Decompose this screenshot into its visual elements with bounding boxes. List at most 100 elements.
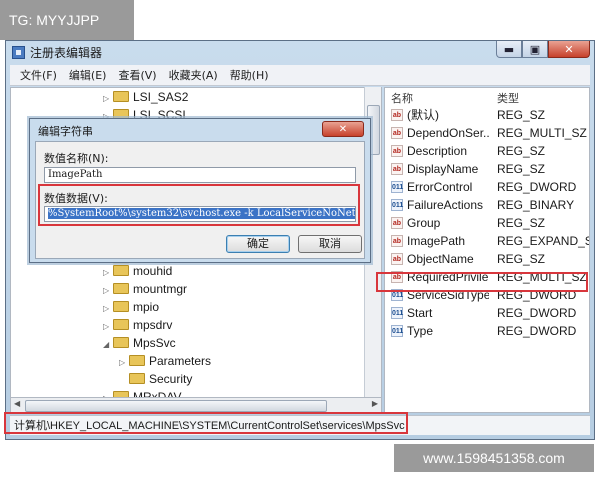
binary-value-icon: 011 [391,181,403,193]
menu-bar: 文件(F) 编辑(E) 查看(V) 收藏夹(A) 帮助(H) [10,65,590,86]
value-row[interactable]: 011 Type REG_DWORD [385,322,589,340]
folder-icon [113,265,129,276]
value-name: ImagePath [407,234,466,248]
value-type: REG_DWORD [497,324,577,338]
dialog-body: 数值名称(N): ImagePath 数值数据(V): %SystemRoot%… [35,141,365,259]
caption-buttons: ▬ ▣ ✕ [496,41,590,59]
value-name: ObjectName [407,252,474,266]
cancel-button[interactable]: 取消 [298,235,362,253]
tree-item-label: mountmgr [133,282,188,296]
value-name: Description [407,144,468,158]
values-pane[interactable]: 名称 类型 ab (默认) REG_SZ ab DependOnSer... REG_MU… [384,87,590,413]
tree-item-mountmgr[interactable]: ▷ mountmgr [103,280,187,298]
value-type: REG_BINARY [497,198,575,212]
value-row[interactable]: ab Description REG_SZ [385,142,589,160]
collapse-arrow-icon[interactable]: ◢ [103,336,113,354]
ok-button[interactable]: 确定 [226,235,290,253]
value-type: REG_DWORD [497,180,577,194]
title-bar: 注册表编辑器 ▬ ▣ ✕ [6,41,594,63]
value-type: REG_DWORD [497,306,577,320]
dialog-close-button[interactable]: ✕ [322,121,364,137]
string-value-icon: ab [391,109,403,121]
value-name: DisplayName [407,162,479,176]
string-value-icon: ab [391,253,403,265]
value-row[interactable]: 011 Start REG_DWORD [385,304,589,322]
value-row[interactable]: ab Group REG_SZ [385,214,589,232]
scroll-left-icon[interactable]: ◀ [14,399,20,408]
tree-item-label: mpio [133,300,160,314]
folder-icon [113,91,129,102]
value-row[interactable]: ab DependOnSer... REG_MULTI_SZ [385,124,589,142]
string-value-icon: ab [391,127,403,139]
tree-item-label: LSI_SAS2 [133,90,189,104]
value-row[interactable]: 011 ErrorControl REG_DWORD [385,178,589,196]
tree-item-label: mpsdrv [133,318,173,332]
watermark-label: www.1598451358.com [394,444,594,472]
folder-icon [129,355,145,366]
scroll-right-icon[interactable]: ▶ [372,399,378,408]
tree-item-mpio[interactable]: ▷ mpio [103,298,159,316]
folder-icon [113,283,129,294]
value-type: REG_MULTI_SZ [497,126,587,140]
window-title: 注册表编辑器 [30,46,103,60]
binary-value-icon: 011 [391,199,403,211]
string-value-icon: ab [391,145,403,157]
menu-favorites[interactable]: 收藏夹(A) [167,67,220,83]
tree-item-mpssvc[interactable]: ◢ MpsSvc [103,334,176,352]
value-name: Group [407,216,441,230]
overlay-label: TG: MYYJJPP [0,0,134,40]
tree-item-mpsdrv[interactable]: ▷ mpsdrv [103,316,172,334]
column-header-type[interactable]: 类型 [497,90,519,106]
menu-edit[interactable]: 编辑(E) [67,67,109,83]
value-name: (默认) [407,108,439,122]
string-value-icon: ab [391,235,403,247]
value-row[interactable]: ab DisplayName REG_SZ [385,160,589,178]
tree-item-label: MpsSvc [133,336,176,350]
value-name: Start [407,306,433,320]
value-row[interactable]: ab (默认) REG_SZ [385,106,589,124]
value-data-highlight-outline [38,184,360,226]
column-header-name[interactable]: 名称 [391,90,413,106]
value-type: REG_SZ [497,162,546,176]
value-name: FailureActions [407,198,484,212]
tree-item-mouhid[interactable]: ▷ mouhid [103,262,172,280]
status-path-highlight-outline [4,412,408,434]
scrollbar-thumb[interactable] [25,400,327,412]
close-button[interactable]: ✕ [548,41,590,58]
tree-item-label: mouhid [133,264,173,278]
value-row[interactable]: ab ObjectName REG_SZ [385,250,589,268]
minimize-button[interactable]: ▬ [496,41,522,58]
registry-app-icon [12,46,25,59]
dialog-title: 编辑字符串 [38,125,93,138]
value-row[interactable]: 011 FailureActions REG_BINARY [385,196,589,214]
value-type: REG_SZ [497,216,546,230]
imagepath-highlight-outline [376,272,588,292]
folder-open-icon [113,337,129,348]
value-row[interactable]: ab ImagePath REG_EXPAND_SZ [385,232,589,250]
values-header: 名称 类型 [385,88,589,106]
value-name: ErrorControl [407,180,473,194]
value-type: REG_SZ [497,108,546,122]
tree-horizontal-scrollbar[interactable]: ◀ ▶ [10,397,382,413]
value-type: REG_SZ [497,144,546,158]
tree-item-parameters[interactable]: ▷ Parameters [119,352,211,370]
menu-file[interactable]: 文件(F) [18,67,59,83]
string-value-icon: ab [391,217,403,229]
folder-icon [129,373,145,384]
value-name: DependOnSer... [407,126,489,140]
menu-help[interactable]: 帮助(H) [228,67,271,83]
value-name-label: 数值名称(N): [44,152,109,165]
edit-string-dialog: 编辑字符串 ✕ 数值名称(N): ImagePath 数值数据(V): %Sys… [29,118,371,263]
string-value-icon: ab [391,163,403,175]
binary-value-icon: 011 [391,307,403,319]
value-name-field[interactable]: ImagePath [44,167,356,183]
tree-item-security[interactable]: Security [119,370,192,388]
menu-view[interactable]: 查看(V) [116,67,158,83]
maximize-button[interactable]: ▣ [522,41,548,58]
tree-item-label: Security [149,372,193,386]
binary-value-icon: 011 [391,325,403,337]
folder-icon [113,319,129,330]
value-name: Type [407,324,434,338]
tree-item-lsi-sas2[interactable]: ▷ LSI_SAS2 [103,88,188,106]
value-type: REG_SZ [497,252,546,266]
